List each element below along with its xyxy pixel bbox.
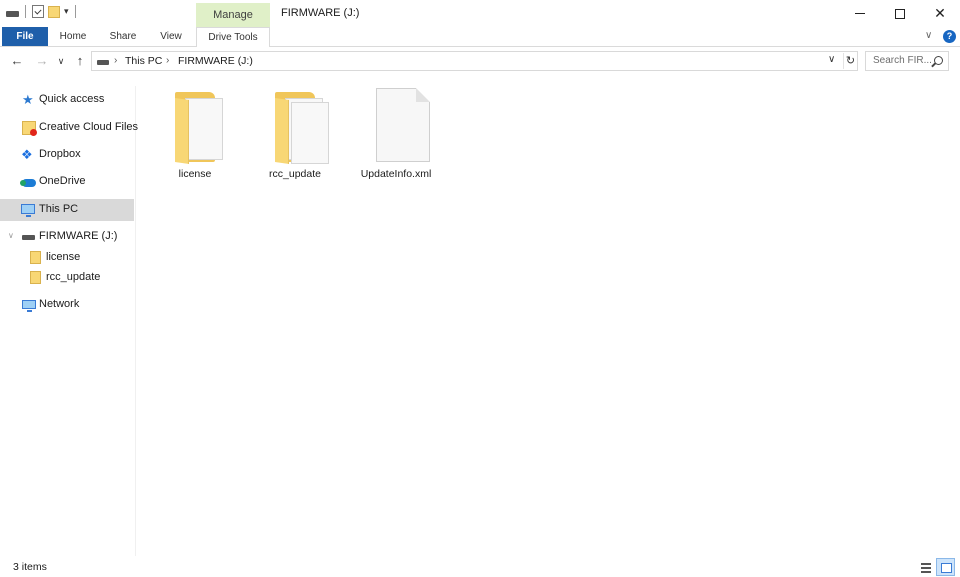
search-input[interactable]: Search FIR... (865, 51, 949, 71)
close-button[interactable]: ✕ (920, 0, 960, 27)
ribbon-tabs: File Home Share View Drive Tools ∨ ? (0, 27, 960, 47)
sidebar-item-label: license (46, 251, 81, 263)
file-item-updateinfo-xml[interactable]: UpdateInfo.xml (358, 88, 434, 184)
breadcrumb-separator-icon[interactable]: › (114, 55, 117, 66)
sidebar-item-label: FIRMWARE (J:) (39, 230, 118, 242)
onedrive-cloud-icon (20, 179, 36, 187)
navigation-row: ← → ∨ ↑ › This PC › FIRMWARE (J:) ∨ ↻ Se… (0, 48, 960, 74)
folder-front-panel (175, 98, 189, 164)
sidebar-item-rcc-update[interactable]: rcc_update (0, 267, 134, 289)
maximize-icon (895, 8, 905, 19)
details-line (921, 571, 931, 573)
sidebar-item-label: Dropbox (39, 148, 81, 160)
network-icon (22, 300, 36, 312)
quick-access-toolbar: ▾ (6, 5, 78, 18)
sidebar-item-network[interactable]: Network (0, 294, 134, 316)
details-line (921, 563, 931, 565)
file-name-label: license (178, 168, 212, 180)
breadcrumb-firmware[interactable]: FIRMWARE (J:) (178, 55, 253, 67)
title-bar: ▾ Manage FIRMWARE (J:) ✕ (0, 0, 960, 27)
maximize-button[interactable] (880, 0, 920, 27)
computer-icon (21, 204, 35, 217)
folder-icon (271, 92, 329, 164)
item-count: 3 items (13, 561, 47, 573)
drive-icon (6, 10, 19, 17)
up-arrow-icon[interactable]: ↑ (71, 52, 89, 70)
drive-icon (22, 235, 35, 240)
tab-view[interactable]: View (148, 27, 194, 46)
tab-home[interactable]: Home (50, 27, 96, 46)
folder-front-panel (275, 98, 289, 164)
folder-icon (171, 92, 223, 164)
address-bar[interactable]: › This PC › FIRMWARE (J:) ∨ ↻ (91, 51, 858, 71)
sidebar-item-label: rcc_update (46, 271, 101, 283)
folder-document-sheet (185, 98, 223, 160)
sidebar-item-dropbox[interactable]: ❖ Dropbox (0, 144, 134, 166)
breadcrumb-this-pc[interactable]: This PC (125, 55, 162, 67)
folder-document-sheet (291, 102, 329, 164)
collapse-chevron-icon[interactable]: ∨ (8, 231, 14, 240)
drive-icon (97, 60, 109, 65)
tab-drive-tools[interactable]: Drive Tools (196, 27, 270, 47)
file-list-view[interactable]: license rcc_update UpdateInfo.xml (137, 86, 960, 556)
properties-checkmark-icon[interactable] (32, 5, 44, 18)
file-name-label: UpdateInfo.xml (360, 168, 432, 180)
sidebar-item-label: OneDrive (39, 175, 86, 187)
toolbar-separator (74, 5, 76, 18)
minimize-icon (855, 13, 865, 14)
back-arrow-icon[interactable]: ← (8, 52, 26, 70)
minimize-button[interactable] (840, 0, 880, 27)
sidebar-item-label: Quick access (39, 93, 105, 105)
star-icon: ★ (22, 92, 34, 107)
forward-arrow-icon[interactable]: → (33, 52, 51, 70)
context-tab-group-manage: Manage (196, 3, 270, 27)
window-title: FIRMWARE (J:) (281, 7, 360, 19)
sidebar-item-onedrive[interactable]: OneDrive (0, 171, 134, 193)
sidebar-item-label: Creative Cloud Files (39, 121, 139, 133)
document-file-icon (376, 88, 430, 162)
large-icons-view-icon[interactable] (936, 558, 955, 576)
file-name-label: rcc_update (269, 168, 321, 180)
expand-ribbon-chevron-icon[interactable]: ∨ (925, 30, 932, 41)
creative-cloud-folder-icon (22, 121, 37, 136)
details-view-icon[interactable] (918, 559, 934, 575)
document-folded-corner (416, 88, 430, 102)
sidebar-item-label: This PC (39, 203, 79, 215)
details-line (921, 567, 931, 569)
recent-locations-chevron-icon[interactable]: ∨ (55, 52, 67, 70)
customize-toolbar-arrow-icon[interactable]: ▾ (64, 7, 69, 16)
breadcrumb-separator-icon[interactable]: › (166, 55, 169, 66)
close-icon: ✕ (934, 5, 946, 21)
folder-icon (30, 251, 41, 264)
sidebar-item-creative-cloud-files[interactable]: Creative Cloud Files (0, 117, 138, 139)
tab-share[interactable]: Share (100, 27, 146, 46)
dropbox-icon: ❖ (21, 147, 33, 162)
new-folder-icon[interactable] (48, 5, 60, 18)
search-placeholder: Search FIR... (873, 55, 932, 66)
sidebar-item-label: Network (39, 298, 80, 310)
help-icon[interactable]: ? (943, 30, 956, 43)
toolbar-separator (25, 5, 26, 18)
refresh-icon[interactable]: ↻ (843, 53, 857, 69)
sidebar-item-quick-access[interactable]: ★ Quick access (0, 89, 134, 111)
folder-icon (30, 271, 41, 284)
tab-file[interactable]: File (2, 27, 48, 46)
sidebar-item-this-pc[interactable]: This PC (0, 199, 134, 221)
sidebar-item-license[interactable]: license (0, 247, 134, 269)
sidebar-item-firmware-drive[interactable]: ∨ FIRMWARE (J:) (0, 226, 134, 248)
search-icon (934, 56, 943, 65)
file-item-rcc-update-folder[interactable]: rcc_update (257, 88, 333, 184)
navigation-pane: ★ Quick access Creative Cloud Files ❖ Dr… (0, 86, 138, 556)
file-item-license-folder[interactable]: license (157, 88, 233, 184)
address-dropdown-chevron-icon[interactable]: ∨ (828, 54, 835, 65)
status-bar: 3 items (0, 556, 960, 577)
